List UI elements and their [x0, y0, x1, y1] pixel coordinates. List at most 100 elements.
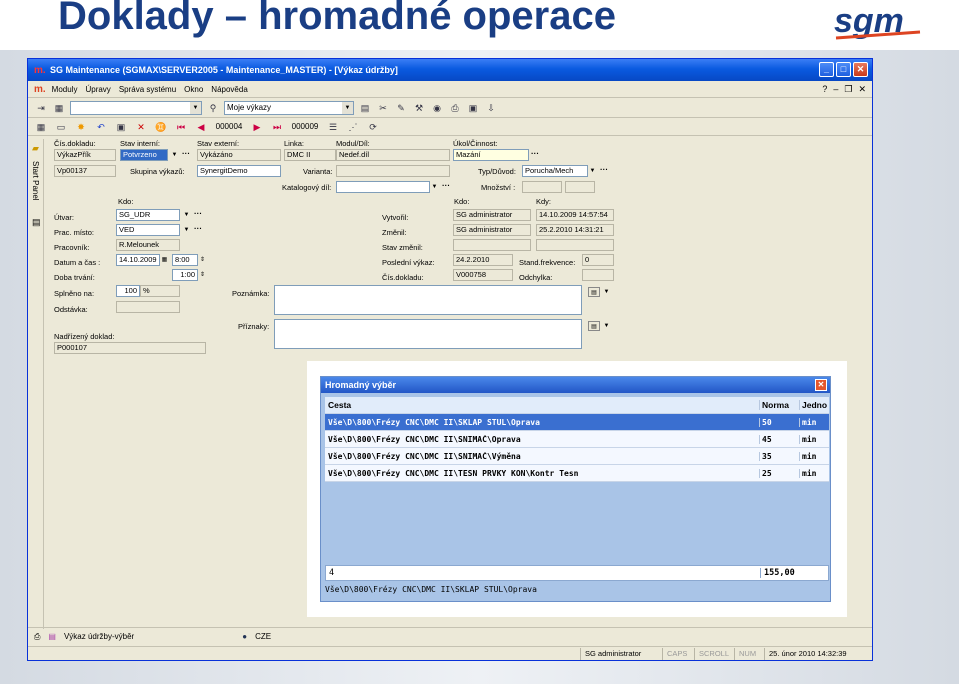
- delete-icon[interactable]: ✕: [134, 120, 148, 134]
- cas-field[interactable]: 8:00: [172, 254, 198, 266]
- mdi-minimize-icon[interactable]: –: [833, 84, 838, 95]
- stav-zmenil-field[interactable]: [453, 239, 531, 251]
- filter-clear-icon[interactable]: ✂: [376, 101, 390, 115]
- save-icon[interactable]: ▣: [114, 120, 128, 134]
- pracovnik-field[interactable]: R.Melounek: [116, 239, 180, 251]
- modul-field[interactable]: Nedef.díl: [336, 149, 450, 161]
- new-icon[interactable]: ✸: [74, 120, 88, 134]
- typ-dropdown-icon[interactable]: ▼: [588, 166, 597, 176]
- panel-icon[interactable]: ▤: [32, 217, 41, 228]
- header-norma[interactable]: Norma: [759, 400, 799, 410]
- odchylka-field[interactable]: [582, 269, 614, 281]
- nadrizeny-field[interactable]: P000107: [54, 342, 206, 354]
- menu-sprava[interactable]: Správa systému: [115, 85, 180, 94]
- stav-zmenil-kdy-field[interactable]: [536, 239, 614, 251]
- refresh-icon[interactable]: ⟳: [366, 120, 380, 134]
- doba-spinner-icon[interactable]: ⇕: [198, 270, 207, 280]
- export-icon[interactable]: ⇩: [484, 101, 498, 115]
- printer-icon[interactable]: ⎙: [34, 632, 40, 642]
- ukol-more-icon[interactable]: ···: [531, 150, 539, 158]
- binoculars-icon[interactable]: ♊: [154, 120, 168, 134]
- splneno-unit-field[interactable]: %: [140, 285, 180, 297]
- poznamka-menu-icon[interactable]: ▼: [602, 287, 611, 297]
- menu-upravy[interactable]: Úpravy: [81, 85, 114, 94]
- dialog-titlebar[interactable]: Hromadný výběr ✕: [321, 377, 830, 393]
- table-row[interactable]: Vše\D\800\Frézy CNC\DMC II\SKLAP STUL\Op…: [325, 414, 829, 431]
- menu-okno[interactable]: Okno: [180, 85, 207, 94]
- utvar-field[interactable]: SG_UDR: [116, 209, 180, 221]
- doba-field[interactable]: 1:00: [172, 269, 198, 281]
- app-menu-icon[interactable]: m.: [34, 84, 46, 95]
- priznaky-menu-icon[interactable]: ▼: [602, 321, 611, 331]
- poznamka-doc-icon[interactable]: ▤: [588, 287, 600, 297]
- stav-externi-field[interactable]: Vykázáno: [197, 149, 281, 161]
- window-titlebar[interactable]: m. SG Maintenance (SGMAX\SERVER2005 - Ma…: [28, 59, 872, 81]
- varianta-field[interactable]: [336, 165, 450, 177]
- zmenil-kdy-field[interactable]: 25.2.2010 14:31:21: [536, 224, 614, 236]
- preview-icon[interactable]: ▣: [466, 101, 480, 115]
- stav-interni-dropdown-icon[interactable]: ▼: [170, 150, 179, 160]
- edit-filter-icon[interactable]: ✎: [394, 101, 408, 115]
- form-icon[interactable]: ▭: [54, 120, 68, 134]
- prac-misto-more-icon[interactable]: ···: [194, 225, 202, 233]
- stand-field[interactable]: 0: [582, 254, 614, 266]
- help-cursor-icon[interactable]: ?: [822, 84, 827, 95]
- calendar-icon[interactable]: ▦: [160, 255, 169, 265]
- maximize-button[interactable]: □: [836, 62, 851, 77]
- vytvoril-field[interactable]: SG administrator: [453, 209, 531, 221]
- header-jednotka[interactable]: Jedno: [799, 400, 829, 410]
- undo-icon[interactable]: ↶: [94, 120, 108, 134]
- start-panel[interactable]: ▰ Start Panel ▤: [30, 139, 44, 629]
- view-combo[interactable]: ▼: [70, 100, 202, 115]
- katalog-field[interactable]: [336, 181, 430, 193]
- poznamka-textarea[interactable]: [274, 285, 582, 315]
- prac-misto-field[interactable]: VED: [116, 224, 180, 236]
- menu-napoveda[interactable]: Nápověda: [207, 85, 251, 94]
- task-tab[interactable]: Výkaz údržby-výběr: [64, 632, 134, 641]
- ukol-field[interactable]: Mazání: [453, 149, 529, 161]
- utvar-more-icon[interactable]: ···: [194, 210, 202, 218]
- linka-field[interactable]: DMC II: [284, 149, 336, 161]
- typ-more-icon[interactable]: ···: [600, 166, 608, 174]
- mnozstvi-unit-field[interactable]: [565, 181, 595, 193]
- skupina-field[interactable]: SynergitDemo: [197, 165, 281, 177]
- mdi-restore-icon[interactable]: ❐: [844, 84, 852, 95]
- calc-icon[interactable]: ▤: [358, 101, 372, 115]
- cas-spinner-icon[interactable]: ⇕: [198, 255, 207, 265]
- stav-interni-more-icon[interactable]: ···: [182, 150, 190, 158]
- table-row[interactable]: Vše\D\800\Frézy CNC\DMC II\TESN PRVKY KO…: [325, 465, 829, 482]
- splneno-field[interactable]: 100: [116, 285, 140, 297]
- katalog-more-icon[interactable]: ···: [442, 182, 450, 190]
- last-record-icon[interactable]: ⏭: [270, 120, 284, 134]
- typ-field[interactable]: Porucha/Mech: [522, 165, 588, 177]
- cis-dokladu2-field[interactable]: V000758: [453, 269, 513, 281]
- table-row[interactable]: Vše\D\800\Frézy CNC\DMC II\SNIMAČ\Oprava…: [325, 431, 829, 448]
- prac-misto-dropdown-icon[interactable]: ▼: [182, 225, 191, 235]
- first-record-icon[interactable]: ⏮: [174, 120, 188, 134]
- menu-moduly[interactable]: Moduly: [48, 85, 82, 94]
- grid-view-icon[interactable]: ▦: [52, 101, 66, 115]
- new-record-icon[interactable]: ⇥: [34, 101, 48, 115]
- print-icon[interactable]: ⎙: [448, 101, 462, 115]
- utvar-dropdown-icon[interactable]: ▼: [182, 210, 191, 220]
- header-cesta[interactable]: Cesta: [325, 400, 759, 410]
- table-row[interactable]: Vše\D\800\Frézy CNC\DMC II\SNIMAČ\Výměna…: [325, 448, 829, 465]
- vytvoril-kdy-field[interactable]: 14.10.2009 14:57:54: [536, 209, 614, 221]
- mnozstvi-field[interactable]: [522, 181, 562, 193]
- odstavka-field[interactable]: [116, 301, 180, 313]
- katalog-dropdown-icon[interactable]: ▼: [430, 182, 439, 192]
- list-icon[interactable]: ☰: [326, 120, 340, 134]
- prev-record-icon[interactable]: ◀: [194, 120, 208, 134]
- table-icon[interactable]: ▦: [34, 120, 48, 134]
- cis-dokladu-field[interactable]: VýkazPřík: [54, 149, 116, 161]
- dialog-close-icon[interactable]: ✕: [815, 379, 827, 391]
- datum-field[interactable]: 14.10.2009: [116, 254, 160, 266]
- filter-icon[interactable]: ⚲: [206, 101, 220, 115]
- minimize-button[interactable]: _: [819, 62, 834, 77]
- close-button[interactable]: ✕: [853, 62, 868, 77]
- posledni-field[interactable]: 24.2.2010: [453, 254, 513, 266]
- priznaky-doc-icon[interactable]: ▤: [588, 321, 600, 331]
- stav-interni-field[interactable]: Potvrzeno: [120, 149, 168, 161]
- filter-combo[interactable]: Moje výkazy ▼: [224, 100, 354, 115]
- folder-icon[interactable]: ▰: [32, 143, 39, 154]
